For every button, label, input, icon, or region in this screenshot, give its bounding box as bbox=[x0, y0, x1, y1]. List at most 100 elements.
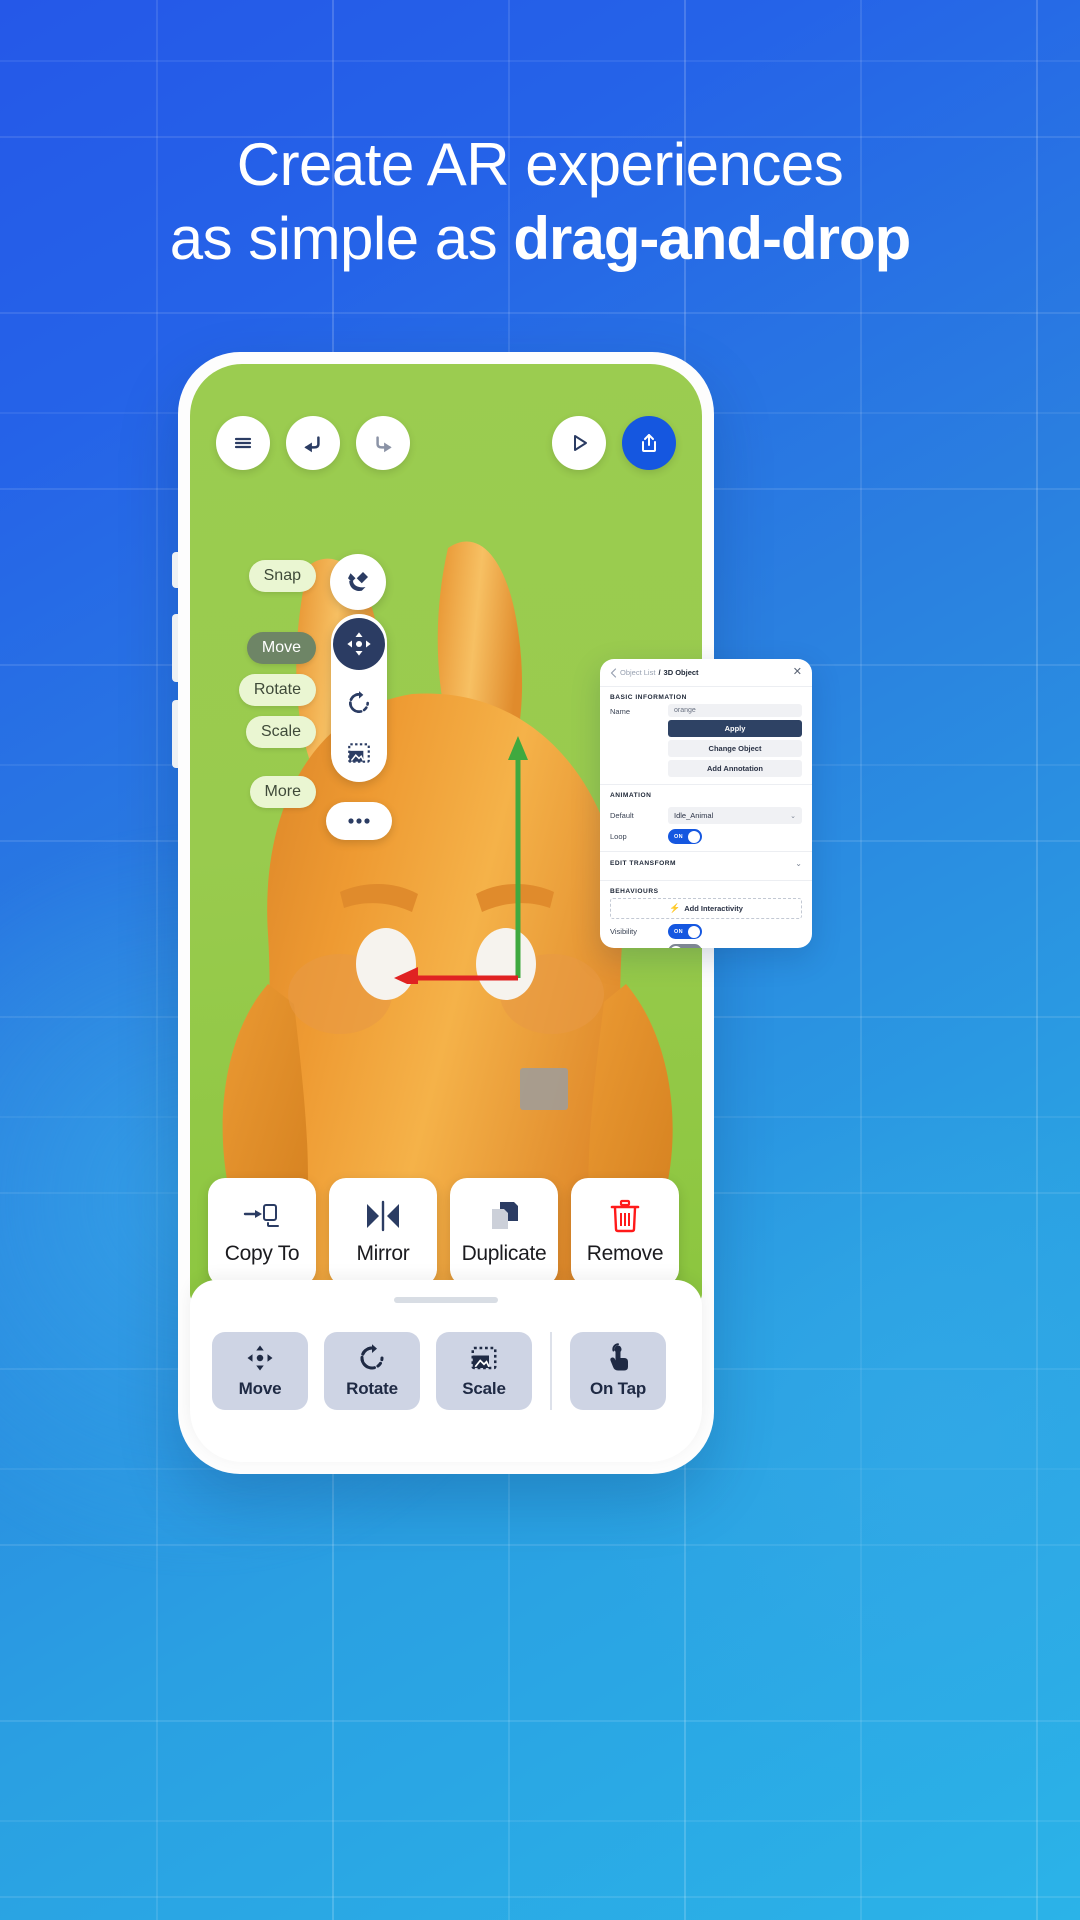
visibility-row: Visibility ON bbox=[600, 919, 812, 939]
tap-hand-icon bbox=[610, 1343, 628, 1371]
mirror-label: Mirror bbox=[356, 1241, 410, 1265]
copy-to-button[interactable]: Copy To bbox=[208, 1178, 316, 1286]
sheet-divider bbox=[550, 1332, 552, 1410]
breadcrumb-parent[interactable]: Object List bbox=[620, 668, 655, 677]
behaviours-title: BEHAVIOURS bbox=[610, 888, 659, 895]
redo-button[interactable] bbox=[356, 416, 410, 470]
mirror-button[interactable]: Mirror bbox=[329, 1178, 437, 1286]
ellipsis-icon bbox=[348, 818, 370, 824]
undo-arrow-icon bbox=[304, 436, 320, 453]
duplicate-icon bbox=[492, 1201, 518, 1229]
panel-header: Object List / 3D Object ✕ bbox=[600, 659, 812, 687]
name-input[interactable]: orange bbox=[668, 704, 802, 717]
phone-side-button-volume-down bbox=[172, 700, 178, 768]
move-tool-button[interactable] bbox=[333, 618, 385, 670]
visibility-toggle-knob bbox=[688, 925, 700, 938]
animation-title: ANIMATION bbox=[610, 792, 652, 799]
phone-side-button-volume-up bbox=[172, 614, 178, 682]
sheet-scale-label: Scale bbox=[462, 1379, 506, 1398]
tool-label-scale[interactable]: Scale bbox=[245, 716, 316, 748]
loop-toggle-state: ON bbox=[674, 833, 683, 840]
add-annotation-button[interactable]: Add Annotation bbox=[668, 760, 802, 777]
share-upload-icon bbox=[642, 434, 656, 452]
visibility-toggle[interactable]: ON bbox=[668, 924, 702, 939]
mirror-icon bbox=[367, 1200, 399, 1231]
sheet-tool-row: Move Rotate Scale On Tap bbox=[212, 1332, 684, 1410]
snap-tool-button[interactable] bbox=[330, 554, 386, 610]
name-field-group: orange Apply Change Object Add Annotatio… bbox=[668, 704, 802, 777]
copy-to-icon bbox=[243, 1203, 279, 1227]
share-button[interactable] bbox=[622, 416, 676, 470]
sheet-scale-button[interactable]: Scale bbox=[436, 1332, 532, 1410]
visibility-toggle-state: ON bbox=[674, 928, 683, 935]
preview-button[interactable] bbox=[552, 416, 606, 470]
sheet-move-button[interactable]: Move bbox=[212, 1332, 308, 1410]
headline-line-2: as simple as drag-and-drop bbox=[0, 202, 1080, 276]
gizmo-handle[interactable] bbox=[520, 1068, 568, 1110]
transform-tool-stack bbox=[331, 614, 387, 782]
apply-button[interactable]: Apply bbox=[668, 720, 802, 737]
redo-arrow-icon bbox=[376, 436, 392, 453]
sheet-rotate-button[interactable]: Rotate bbox=[324, 1332, 420, 1410]
animation-default-row: Default Idle_Animal ⌄ bbox=[600, 802, 812, 824]
sheet-on-tap-button[interactable]: On Tap bbox=[570, 1332, 666, 1410]
tool-label-column: Snap Move Rotate Scale More bbox=[224, 560, 316, 808]
more-tools-button[interactable] bbox=[326, 802, 392, 840]
move-arrows-icon bbox=[247, 1345, 273, 1371]
tool-label-snap[interactable]: Snap bbox=[248, 560, 316, 592]
bottom-sheet: Move Rotate Scale On Tap bbox=[190, 1280, 702, 1462]
object-properties-panel: Object List / 3D Object ✕ BASIC INFORMAT… bbox=[600, 659, 812, 948]
tool-label-move[interactable]: Move bbox=[246, 632, 316, 664]
copy-to-label: Copy To bbox=[224, 1241, 300, 1265]
chevron-down-icon: ⌄ bbox=[795, 859, 802, 868]
trash-icon bbox=[610, 1199, 640, 1232]
edit-transform-row[interactable]: EDIT TRANSFORM ⌄ bbox=[600, 852, 812, 873]
promo-screenshot: Create AR experiences as simple as drag-… bbox=[0, 0, 1080, 1920]
tapable-toggle-knob bbox=[670, 945, 682, 948]
tool-label-more[interactable]: More bbox=[249, 776, 316, 808]
tapable-label: Tapable bbox=[610, 947, 660, 948]
loop-toggle-knob bbox=[688, 830, 700, 843]
animation-default-value: Idle_Animal bbox=[674, 811, 714, 820]
chevron-left-icon[interactable] bbox=[610, 667, 617, 678]
undo-button[interactable] bbox=[286, 416, 340, 470]
chevron-down-icon: ⌄ bbox=[790, 812, 796, 820]
add-interactivity-button[interactable]: ⚡ Add Interactivity bbox=[610, 898, 802, 919]
headline-line-2-bold: drag-and-drop bbox=[513, 205, 911, 272]
tool-label-rotate[interactable]: Rotate bbox=[238, 674, 316, 706]
scale-frame-icon bbox=[471, 1346, 497, 1370]
hamburger-icon bbox=[234, 437, 252, 449]
animation-default-select[interactable]: Idle_Animal ⌄ bbox=[668, 807, 802, 824]
headline: Create AR experiences as simple as drag-… bbox=[0, 128, 1080, 276]
remove-button[interactable]: Remove bbox=[571, 1178, 679, 1286]
edit-transform-title: EDIT TRANSFORM bbox=[610, 860, 676, 867]
sheet-grabber[interactable] bbox=[394, 1297, 498, 1303]
move-arrows-icon bbox=[347, 632, 371, 656]
object-action-row: Copy To Mirror Duplicate Remove bbox=[208, 1178, 679, 1286]
sheet-on-tap-label: On Tap bbox=[589, 1379, 647, 1398]
breadcrumb-separator: / bbox=[658, 668, 661, 677]
duplicate-button[interactable]: Duplicate bbox=[450, 1178, 558, 1286]
rotate-tool-button[interactable] bbox=[340, 686, 378, 720]
breadcrumb-current: 3D Object bbox=[663, 668, 699, 677]
snap-magnet-icon bbox=[348, 572, 368, 591]
loop-toggle[interactable]: ON bbox=[668, 829, 702, 844]
visibility-label: Visibility bbox=[610, 927, 637, 936]
menu-button[interactable] bbox=[216, 416, 270, 470]
sheet-move-label: Move bbox=[238, 1379, 282, 1398]
name-row: Name orange Apply Change Object Add Anno… bbox=[600, 704, 812, 777]
tapable-row: Tapable OFF bbox=[600, 939, 812, 948]
sheet-rotate-label: Rotate bbox=[346, 1379, 398, 1398]
scale-tool-button[interactable] bbox=[340, 736, 378, 770]
change-object-button[interactable]: Change Object bbox=[668, 740, 802, 757]
duplicate-label: Duplicate bbox=[461, 1241, 547, 1265]
tapable-toggle[interactable]: OFF bbox=[668, 944, 702, 948]
scale-frame-icon bbox=[348, 743, 370, 763]
rotate-arrow-icon bbox=[349, 691, 369, 713]
play-icon bbox=[574, 435, 587, 451]
name-label: Name bbox=[610, 707, 631, 716]
close-x-icon[interactable]: ✕ bbox=[793, 667, 802, 678]
animation-loop-row: Loop ON bbox=[600, 824, 812, 844]
headline-line-2-prefix: as simple as bbox=[169, 205, 514, 272]
rotate-arrow-icon bbox=[360, 1344, 384, 1370]
